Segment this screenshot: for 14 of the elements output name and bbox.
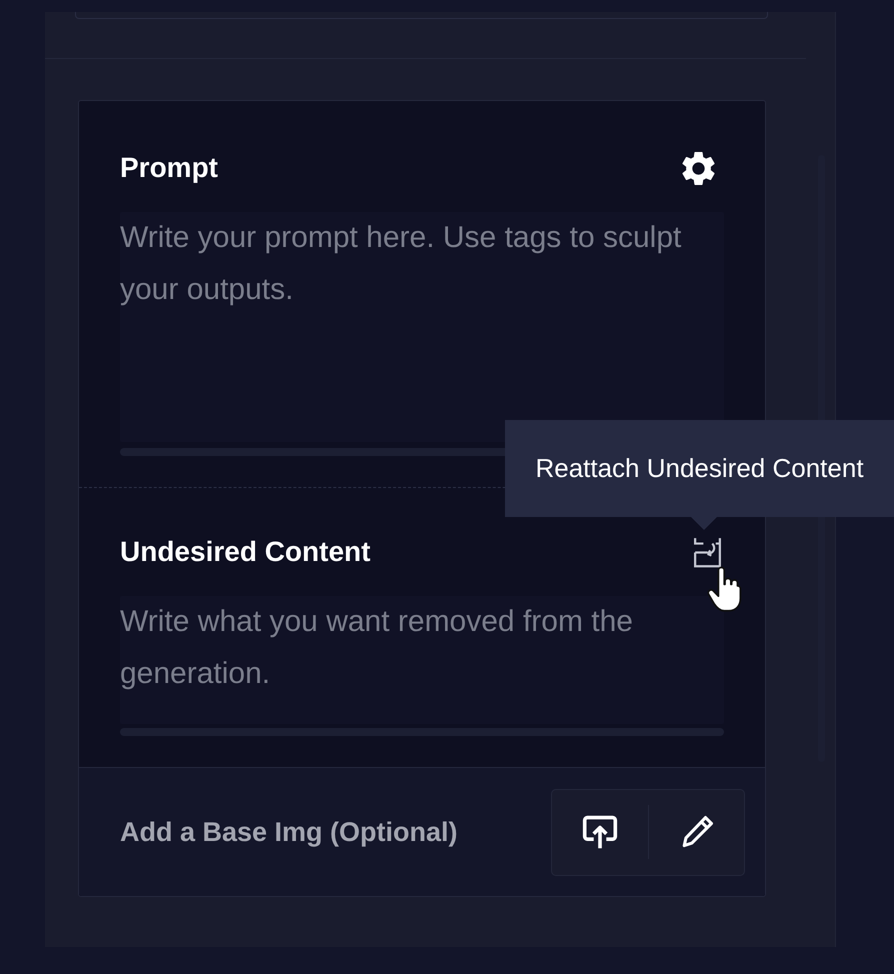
reattach-button[interactable] (691, 536, 724, 568)
tray-arrow-icon (691, 536, 724, 568)
upload-icon (582, 814, 618, 850)
settings-icon (682, 152, 715, 184)
undesired-content-title: Undesired Content (120, 536, 370, 568)
hand-cursor-icon (707, 566, 743, 613)
base-image-label: Add a Base Img (Optional) (120, 816, 458, 849)
prompt-title: Prompt (120, 152, 218, 184)
tooltip-arrow-icon (690, 517, 716, 530)
prompt-field[interactable]: Write your prompt here. Use tags to sculpt your outputs. (120, 212, 724, 442)
undesired-content-field[interactable]: Write what you want removed from the generation. (120, 596, 724, 724)
settings-button[interactable] (682, 152, 715, 184)
tooltip: Reattach Undesired Content (505, 420, 894, 517)
pencil-icon (680, 815, 714, 849)
